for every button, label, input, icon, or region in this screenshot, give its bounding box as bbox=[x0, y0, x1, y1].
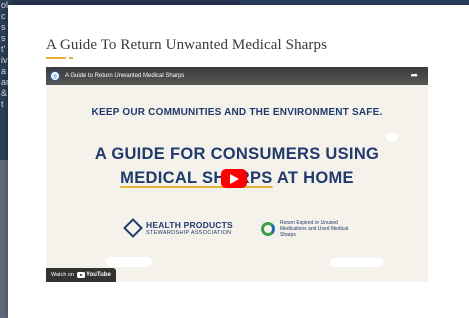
hpsa-name: HEALTH PRODUCTS bbox=[146, 220, 233, 230]
return-program-text: Return Expired or Unused Medications and… bbox=[280, 220, 349, 238]
headline-rest: AT HOME bbox=[272, 169, 354, 187]
video-modal: A Guide To Return Unwanted Medical Sharp… bbox=[8, 5, 469, 318]
video-title-link[interactable]: A Guide to Return Unwanted Medical Sharp… bbox=[65, 73, 184, 79]
watch-on-youtube-button[interactable]: Watch on YouTube bbox=[46, 268, 116, 282]
video-thumbnail[interactable]: KEEP OUR COMMUNITIES AND THE ENVIRONMENT… bbox=[46, 85, 428, 282]
youtube-play-icon bbox=[77, 272, 86, 278]
hpsa-logo: HEALTH PRODUCTS STEWARDSHIP ASSOCIATION bbox=[123, 218, 233, 238]
play-button[interactable] bbox=[221, 169, 247, 188]
title-underline-dot bbox=[69, 57, 73, 59]
hpsa-diamond-icon bbox=[123, 218, 143, 238]
youtube-logo: YouTube bbox=[77, 272, 111, 278]
recycle-circle-icon bbox=[261, 222, 275, 236]
hpsa-subtitle: STEWARDSHIP ASSOCIATION bbox=[146, 230, 232, 236]
share-icon[interactable]: ➦ bbox=[410, 70, 418, 81]
youtube-wordmark: YouTube bbox=[86, 272, 111, 278]
player-title-bar: ◎ A Guide to Return Unwanted Medical Sha… bbox=[46, 67, 428, 85]
video-headline-line1: A GUIDE FOR CONSUMERS USING bbox=[94, 145, 380, 163]
return-program-logo: Return Expired or Unused Medications and… bbox=[261, 220, 350, 238]
cloud-decoration bbox=[330, 258, 384, 267]
headline-emphasis: MEDICAL SHARPS bbox=[120, 169, 273, 187]
cloud-decoration bbox=[386, 133, 398, 141]
youtube-player[interactable]: KEEP OUR COMMUNITIES AND THE ENVIRONMENT… bbox=[46, 67, 428, 282]
cloud-decoration bbox=[106, 257, 152, 267]
play-icon bbox=[229, 173, 239, 184]
watch-on-label: Watch on bbox=[51, 272, 75, 278]
channel-avatar[interactable]: ◎ bbox=[50, 71, 60, 81]
title-underline bbox=[46, 57, 66, 59]
video-tagline: KEEP OUR COMMUNITIES AND THE ENVIRONMENT… bbox=[91, 107, 383, 118]
modal-title: A Guide To Return Unwanted Medical Sharp… bbox=[46, 37, 328, 53]
